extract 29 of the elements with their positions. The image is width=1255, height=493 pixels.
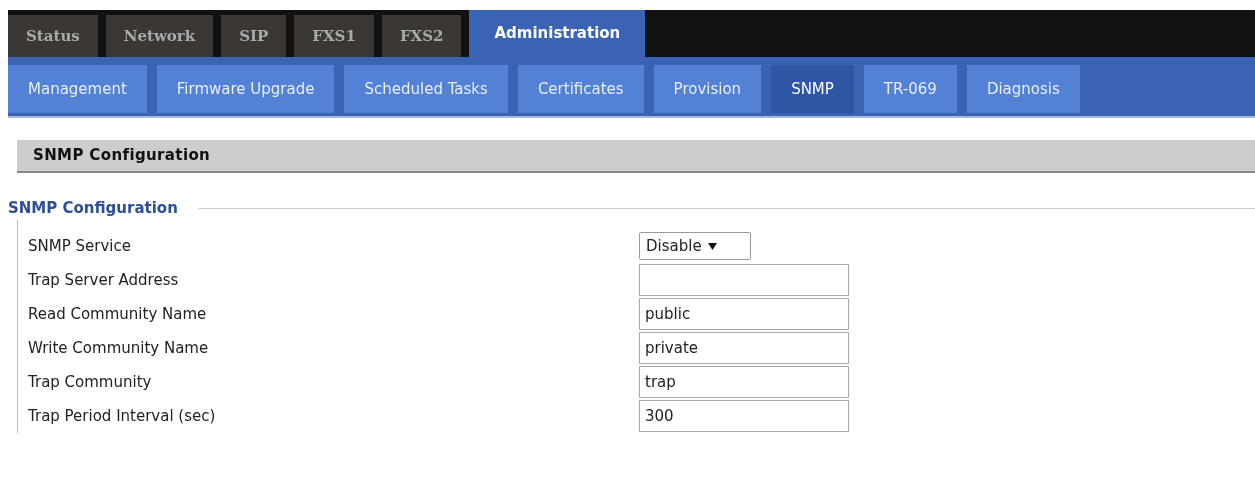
sub-tab[interactable]: Certificates xyxy=(517,65,644,113)
section-header: SNMP Configuration xyxy=(17,140,1255,173)
sub-tab[interactable]: Provision xyxy=(653,65,762,113)
sub-tab[interactable]: TR-069 xyxy=(863,65,957,113)
sub-tab[interactable]: Diagnosis xyxy=(966,65,1080,113)
main-tab[interactable]: Administration xyxy=(469,10,646,57)
input-field[interactable]: 300 xyxy=(639,400,849,432)
field-label: Trap Period Interval (sec) xyxy=(28,405,217,427)
field-label: Write Community Name xyxy=(28,337,210,359)
input-field[interactable] xyxy=(639,264,849,296)
main-tab[interactable]: Network xyxy=(105,15,214,57)
main-tab[interactable]: FXS2 xyxy=(381,15,462,57)
main-tab[interactable]: SIP xyxy=(221,15,287,57)
caret-icon xyxy=(707,242,717,250)
input-field[interactable]: public xyxy=(639,298,849,330)
input-field[interactable]: private xyxy=(639,332,849,364)
input-field[interactable]: trap xyxy=(639,366,849,398)
sub-tab[interactable]: Firmware Upgrade xyxy=(156,65,335,113)
service-select[interactable]: Disable xyxy=(639,232,751,260)
field-label: Trap Server Address xyxy=(28,269,180,291)
field-label: Read Community Name xyxy=(28,303,208,325)
fieldset-legend: SNMP Configuration xyxy=(0,197,198,220)
sub-tab[interactable]: Management xyxy=(8,65,147,113)
sub-tab[interactable]: SNMP xyxy=(771,65,854,113)
main-tab[interactable]: FXS1 xyxy=(294,15,374,57)
main-tab[interactable]: Status xyxy=(8,15,98,57)
sub-tab[interactable]: Scheduled Tasks xyxy=(344,65,508,113)
field-label: Trap Community xyxy=(28,371,153,393)
field-label: SNMP Service xyxy=(28,235,132,257)
